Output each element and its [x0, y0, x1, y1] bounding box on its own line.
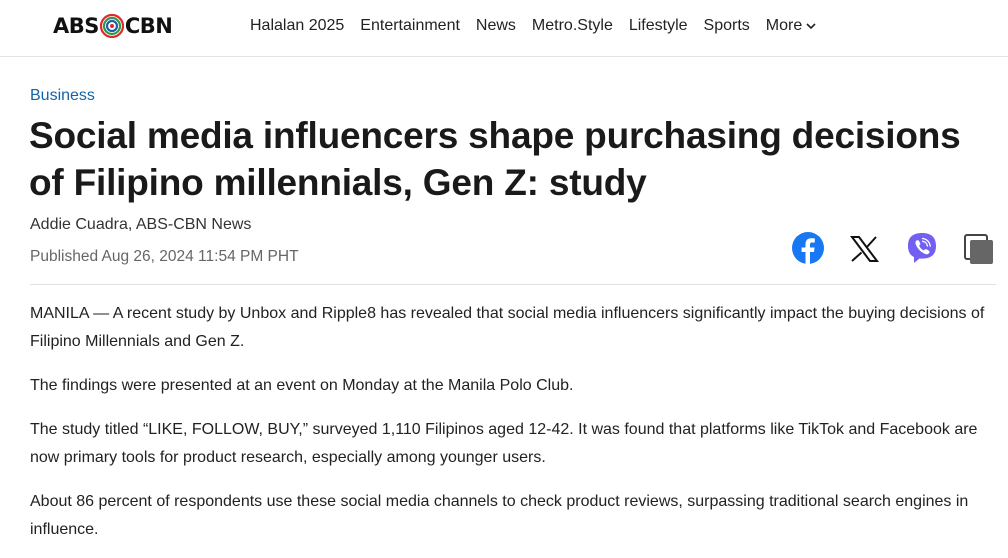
nav-more-label: More: [765, 17, 803, 34]
article-author[interactable]: Addie Cuadra, ABS-CBN News: [30, 216, 251, 234]
article-paragraph: About 86 percent of respondents use thes…: [30, 493, 969, 538]
article-paragraph: The findings were presented at an event …: [30, 377, 574, 394]
main-nav: Halalan 2025 Entertainment News Metro.St…: [250, 15, 816, 37]
article-paragraph: The study titled “LIKE, FOLLOW, BUY,” su…: [30, 421, 978, 466]
logo-text-left: ABS: [53, 14, 99, 38]
nav-item-sports[interactable]: Sports: [704, 17, 750, 35]
nav-item-lifestyle[interactable]: Lifestyle: [629, 17, 688, 35]
logo-mark-icon: [99, 14, 124, 38]
article-category-link[interactable]: Business: [30, 87, 95, 105]
article-headline: Social media influencers shape purchasin…: [29, 115, 961, 203]
facebook-icon[interactable]: [790, 229, 826, 267]
chevron-down-icon: [806, 22, 816, 29]
site-header: ABS CBN Halalan 2025 Entertainment News …: [0, 0, 1008, 57]
abs-cbn-logo[interactable]: ABS CBN: [53, 12, 173, 40]
viber-icon[interactable]: [904, 229, 940, 267]
x-icon[interactable]: [847, 229, 881, 267]
nav-item-news[interactable]: News: [476, 17, 516, 35]
nav-item-entertainment[interactable]: Entertainment: [360, 17, 460, 35]
article-published-date: Published Aug 26, 2024 11:54 PM PHT: [30, 248, 299, 265]
nav-item-metro-style[interactable]: Metro.Style: [532, 17, 613, 35]
copy-link-icon[interactable]: [962, 229, 996, 267]
logo-text-right: CBN: [124, 14, 173, 38]
nav-more-dropdown[interactable]: More: [766, 17, 816, 35]
article-paragraph: MANILA — A recent study by Unbox and Rip…: [30, 305, 985, 350]
nav-item-halalan[interactable]: Halalan 2025: [250, 17, 344, 35]
meta-divider: [30, 284, 996, 285]
